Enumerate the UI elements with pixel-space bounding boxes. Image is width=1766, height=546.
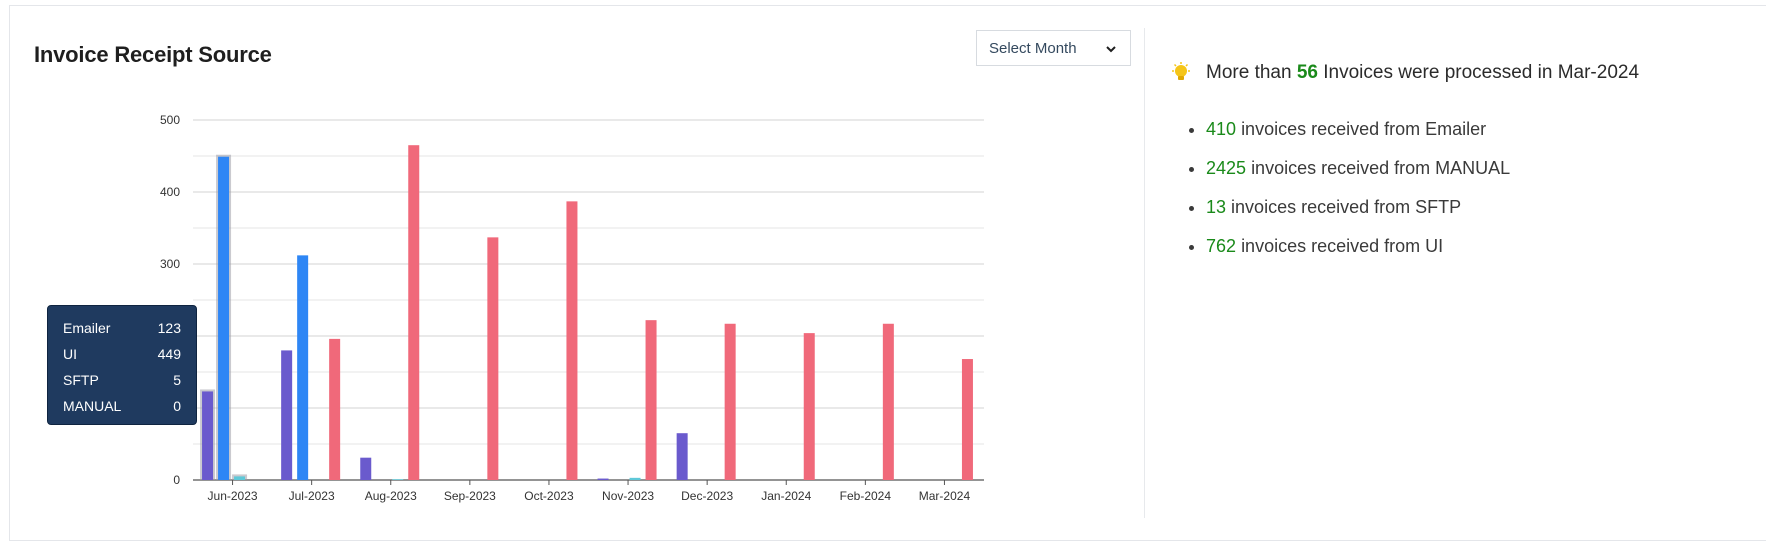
bar-emailer-nov-2023[interactable]	[597, 478, 609, 480]
bar-manual-feb-2024[interactable]	[882, 323, 894, 480]
insight-count: 56	[1296, 62, 1318, 83]
tooltip-row: UI 449	[63, 346, 181, 372]
x-tick-label: Nov-2023	[602, 489, 654, 503]
bar-ui-jul-2023[interactable]	[297, 255, 309, 480]
x-tick-label: Jul-2023	[289, 489, 335, 503]
x-tick-label: Oct-2023	[524, 489, 574, 503]
insight-suffix: Invoices were processed in Mar-2024	[1323, 62, 1640, 83]
tooltip-series-name: SFTP	[63, 372, 99, 388]
x-tick-label: Jun-2023	[208, 489, 258, 503]
summary-value: 13	[1206, 197, 1227, 217]
summary-value: 2425	[1206, 158, 1247, 178]
summary-text: invoices received from UI	[1241, 236, 1444, 256]
bar-emailer-aug-2023[interactable]	[360, 457, 372, 480]
insight-prefix: More than	[1206, 62, 1292, 83]
summary-item-sftp: 13 invoices received from SFTP	[1206, 196, 1510, 235]
x-tick-label: Sep-2023	[444, 489, 496, 503]
tooltip-row: SFTP 5	[63, 372, 181, 398]
tooltip-series-value: 123	[157, 320, 181, 336]
bar-ui-jun-2023[interactable]	[218, 156, 230, 480]
y-tick-label: 300	[160, 257, 180, 271]
tooltip-series-name: MANUAL	[63, 398, 122, 414]
lightbulb-icon	[1172, 62, 1190, 80]
tooltip-series-value: 449	[157, 346, 181, 362]
summary-text: invoices received from SFTP	[1231, 197, 1462, 217]
bar-manual-dec-2023[interactable]	[724, 323, 736, 480]
tooltip-row: Emailer 123	[63, 320, 181, 346]
x-tick-label: Dec-2023	[681, 489, 733, 503]
bar-manual-sep-2023[interactable]	[487, 237, 499, 480]
tooltip-row: MANUAL 0	[63, 398, 181, 424]
y-tick-label: 400	[160, 185, 180, 199]
chart-tooltip: Emailer 123 UI 449 SFTP 5 MANUAL 0	[47, 305, 197, 425]
x-tick-label: Jan-2024	[761, 489, 811, 503]
bar-manual-jan-2024[interactable]	[803, 333, 815, 480]
summary-value: 410	[1206, 119, 1237, 139]
bar-manual-oct-2023[interactable]	[566, 201, 578, 481]
bar-sftp-jun-2023[interactable]	[234, 476, 246, 480]
summary-item-emailer: 410 invoices received from Emailer	[1206, 118, 1510, 157]
bar-manual-jul-2023[interactable]	[329, 338, 341, 480]
summary-list: 410 invoices received from Emailer 2425 …	[1188, 118, 1510, 274]
tooltip-series-name: Emailer	[63, 320, 111, 336]
tooltip-series-name: UI	[63, 346, 77, 362]
bar-sftp-aug-2023[interactable]	[392, 479, 404, 480]
summary-item-ui: 762 invoices received from UI	[1206, 235, 1510, 274]
bar-chart: 0 300 400 500 Jun-2023 Jul-2023 Aug-2023 Sep-20…	[160, 113, 984, 503]
bar-manual-aug-2023[interactable]	[408, 145, 420, 480]
x-tick-label: Mar-2024	[919, 489, 971, 503]
tooltip-series-value: 5	[173, 372, 181, 388]
bar-emailer-jun-2023[interactable]	[202, 391, 214, 480]
x-tick-label: Feb-2024	[840, 489, 892, 503]
y-tick-label: 0	[173, 473, 180, 487]
y-tick-label: 500	[160, 113, 180, 127]
bar-sftp-nov-2023[interactable]	[629, 477, 641, 480]
summary-text: invoices received from MANUAL	[1251, 158, 1511, 178]
summary-value: 762	[1206, 236, 1237, 256]
panel-divider	[1144, 28, 1145, 518]
tooltip-series-value: 0	[173, 398, 181, 414]
bar-emailer-dec-2023[interactable]	[676, 433, 688, 480]
x-tick-label: Aug-2023	[365, 489, 417, 503]
bar-emailer-jul-2023[interactable]	[281, 350, 293, 480]
bar-manual-mar-2024[interactable]	[961, 359, 973, 480]
bar-manual-nov-2023[interactable]	[645, 320, 657, 480]
summary-text: invoices received from Emailer	[1241, 119, 1487, 139]
summary-item-manual: 2425 invoices received from MANUAL	[1206, 157, 1510, 196]
